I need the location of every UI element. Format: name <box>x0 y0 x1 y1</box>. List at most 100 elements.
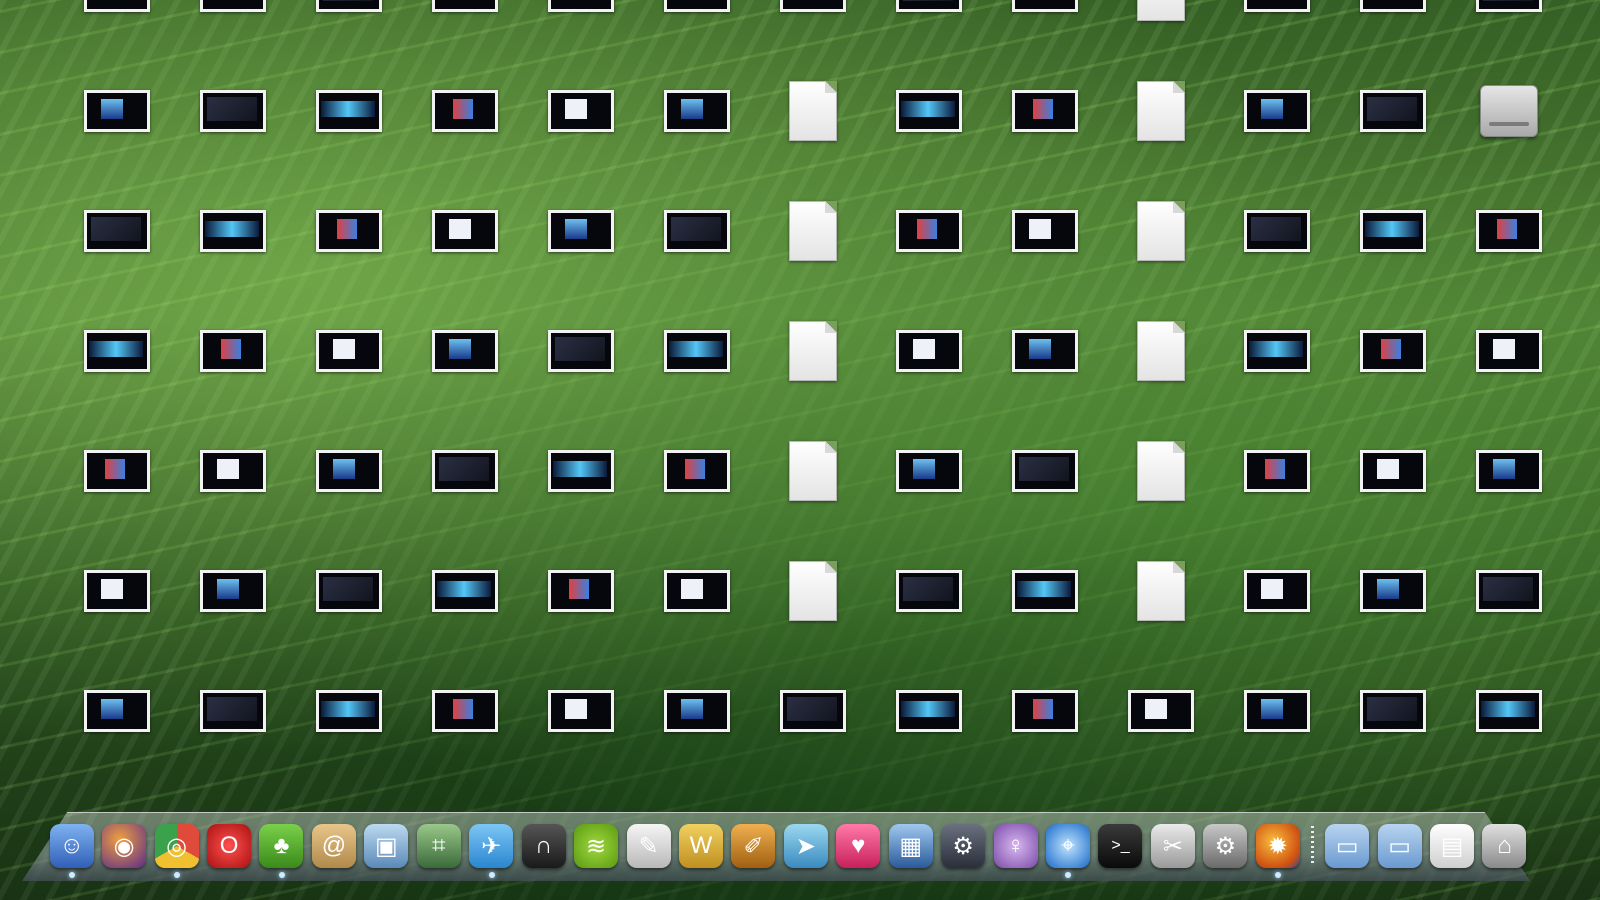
dock-item[interactable]: W <box>677 820 724 872</box>
dock-item[interactable]: ◉ <box>100 820 147 872</box>
desktop-file-icon[interactable] <box>522 0 640 78</box>
desktop-file-icon[interactable] <box>1450 556 1568 678</box>
desktop-file-icon[interactable] <box>290 0 408 78</box>
desktop-file-icon[interactable] <box>290 196 408 318</box>
desktop-file-icon[interactable] <box>522 316 640 438</box>
desktop-file-icon[interactable] <box>522 676 640 798</box>
dock-item[interactable]: @ <box>310 820 357 872</box>
dock-item[interactable]: ♥ <box>835 820 882 872</box>
dock-item[interactable]: ⌗ <box>415 820 462 872</box>
desktop-file-icon[interactable] <box>174 436 292 558</box>
dock-item[interactable]: ✹ <box>1254 820 1301 878</box>
desktop-file-icon[interactable] <box>174 556 292 678</box>
desktop-file-icon[interactable] <box>1102 556 1220 678</box>
desktop-file-icon[interactable] <box>1334 676 1452 798</box>
desktop-file-icon[interactable] <box>870 0 988 78</box>
desktop-file-icon[interactable] <box>986 676 1104 798</box>
dock-item[interactable]: ◎ <box>153 820 200 878</box>
desktop-file-icon[interactable] <box>986 436 1104 558</box>
desktop-file-icon[interactable] <box>754 436 872 558</box>
dock-item[interactable]: ☺ <box>48 820 95 878</box>
desktop-file-icon[interactable] <box>290 316 408 438</box>
desktop-file-icon[interactable] <box>986 76 1104 198</box>
desktop-file-icon[interactable] <box>1102 196 1220 318</box>
dock-item[interactable]: ♀ <box>992 820 1039 872</box>
desktop-file-icon[interactable] <box>754 76 872 198</box>
desktop-file-icon[interactable] <box>638 0 756 78</box>
dock-item[interactable]: ✐ <box>730 820 777 872</box>
desktop-file-icon[interactable] <box>1218 76 1336 198</box>
desktop-file-icon[interactable] <box>870 196 988 318</box>
desktop-file-icon[interactable] <box>870 76 988 198</box>
desktop-file-icon[interactable] <box>522 76 640 198</box>
dock-item[interactable]: ▦ <box>887 820 934 872</box>
desktop-file-icon[interactable] <box>638 676 756 798</box>
desktop-file-icon[interactable] <box>870 676 988 798</box>
desktop-file-icon[interactable] <box>1218 436 1336 558</box>
desktop-file-icon[interactable] <box>1102 436 1220 558</box>
desktop-file-icon[interactable] <box>870 436 988 558</box>
dock-item[interactable]: ✈ <box>468 820 515 878</box>
dock-item[interactable]: ≋ <box>572 820 619 872</box>
dock-item[interactable]: ▭ <box>1323 820 1370 872</box>
desktop-file-icon[interactable] <box>754 556 872 678</box>
desktop-file-icon[interactable] <box>1102 676 1220 798</box>
desktop-file-icon[interactable] <box>522 436 640 558</box>
desktop-file-icon[interactable] <box>1450 196 1568 318</box>
desktop-file-icon[interactable] <box>406 316 524 438</box>
desktop-file-icon[interactable] <box>58 436 176 558</box>
desktop-file-icon[interactable] <box>638 76 756 198</box>
dock-item[interactable]: >_ <box>1097 820 1144 872</box>
desktop-file-icon[interactable] <box>1334 556 1452 678</box>
desktop-file-icon[interactable] <box>1450 436 1568 558</box>
desktop-file-icon[interactable] <box>754 0 872 78</box>
desktop-file-icon[interactable] <box>58 196 176 318</box>
desktop-file-icon[interactable] <box>1334 316 1452 438</box>
desktop-file-icon[interactable] <box>986 316 1104 438</box>
desktop-file-icon[interactable] <box>174 676 292 798</box>
desktop-file-icon[interactable] <box>638 196 756 318</box>
desktop-file-icon[interactable] <box>290 556 408 678</box>
desktop-file-icon[interactable] <box>986 556 1104 678</box>
dock-item[interactable]: O <box>205 820 252 872</box>
desktop-file-icon[interactable] <box>174 0 292 78</box>
desktop-file-icon[interactable] <box>754 676 872 798</box>
desktop-file-icon[interactable] <box>406 436 524 558</box>
desktop-file-icon[interactable] <box>58 316 176 438</box>
desktop-file-icon[interactable] <box>58 0 176 78</box>
desktop-file-icon[interactable] <box>522 556 640 678</box>
desktop-file-icon[interactable] <box>174 196 292 318</box>
desktop-file-icon[interactable] <box>1450 76 1568 198</box>
desktop-file-icon[interactable] <box>290 76 408 198</box>
desktop-file-icon[interactable] <box>290 676 408 798</box>
desktop-file-icon[interactable] <box>1218 316 1336 438</box>
desktop-file-icon[interactable] <box>1102 0 1220 78</box>
desktop-file-icon[interactable] <box>1450 0 1568 78</box>
dock-item[interactable]: ⚙ <box>1202 820 1249 872</box>
dock-item[interactable]: ⚙ <box>939 820 986 872</box>
desktop-file-icon[interactable] <box>406 556 524 678</box>
dock-item[interactable]: ➤ <box>782 820 829 872</box>
desktop-file-icon[interactable] <box>986 196 1104 318</box>
desktop-file-icon[interactable] <box>406 676 524 798</box>
desktop-file-icon[interactable] <box>174 76 292 198</box>
desktop-file-icon[interactable] <box>1334 436 1452 558</box>
desktop-file-icon[interactable] <box>290 436 408 558</box>
desktop-file-icon[interactable] <box>1102 316 1220 438</box>
desktop-file-icon[interactable] <box>986 0 1104 78</box>
desktop-file-icon[interactable] <box>1450 316 1568 438</box>
desktop-file-icon[interactable] <box>1218 0 1336 78</box>
dock-item[interactable]: ▣ <box>363 820 410 872</box>
desktop-file-icon[interactable] <box>406 196 524 318</box>
dock-item[interactable]: ♣ <box>258 820 305 878</box>
desktop-file-icon[interactable] <box>754 316 872 438</box>
desktop-file-icon[interactable] <box>174 316 292 438</box>
desktop-file-icon[interactable] <box>1450 676 1568 798</box>
desktop-file-icon[interactable] <box>870 556 988 678</box>
dock-item[interactable]: ✎ <box>625 820 672 872</box>
dock-item[interactable]: ✂ <box>1149 820 1196 872</box>
desktop-file-icon[interactable] <box>1218 196 1336 318</box>
desktop-file-icon[interactable] <box>522 196 640 318</box>
desktop-file-icon[interactable] <box>58 676 176 798</box>
dock-item[interactable]: ⌂ <box>1481 820 1528 872</box>
